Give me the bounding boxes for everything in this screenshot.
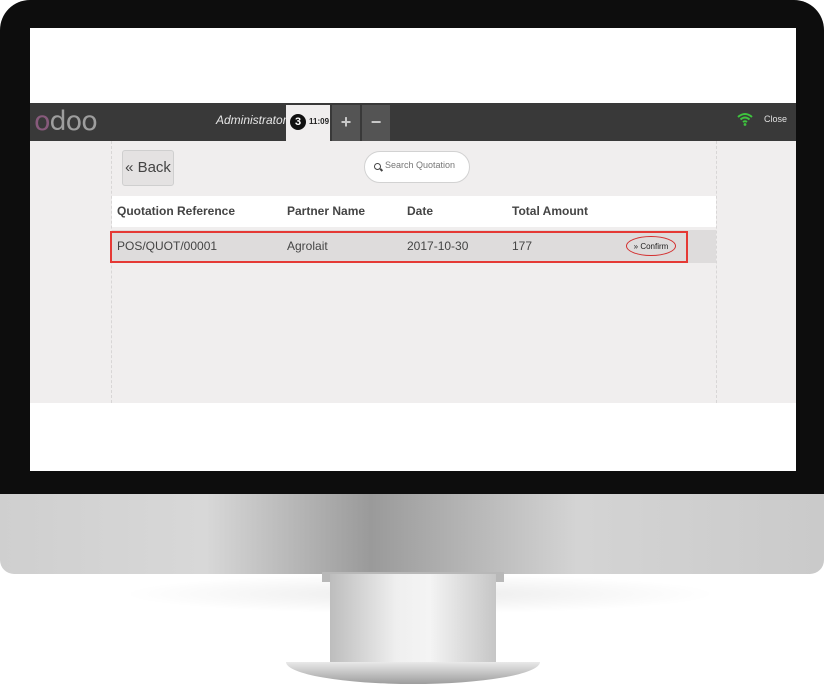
search-icon xyxy=(374,163,381,170)
column-header: Total Amount xyxy=(512,204,588,218)
pos-screen: odoo Administrator 3 11:09 + − Close « B… xyxy=(30,28,796,471)
quotation-screen: « Back Quotation Reference Partner Name … xyxy=(30,141,796,403)
column-header: Quotation Reference xyxy=(117,204,236,218)
table-header: Quotation Reference Partner Name Date To… xyxy=(112,196,716,227)
monitor-chin xyxy=(0,494,824,574)
order-time: 11:09 xyxy=(309,117,330,126)
order-tab[interactable]: 3 11:09 xyxy=(286,105,330,141)
add-order-button[interactable]: + xyxy=(332,105,360,141)
monitor-stand xyxy=(330,574,496,666)
search-box[interactable] xyxy=(364,151,470,183)
pos-topbar: odoo Administrator 3 11:09 + − Close xyxy=(30,103,796,141)
column-header: Partner Name xyxy=(287,204,366,218)
close-button[interactable]: Close xyxy=(764,114,787,124)
highlight-box xyxy=(110,231,688,263)
remove-order-button[interactable]: − xyxy=(362,105,390,141)
monitor-base xyxy=(286,662,540,684)
quotation-panel: « Back Quotation Reference Partner Name … xyxy=(110,141,717,403)
table-row[interactable]: POS/QUOT/00001 Agrolait 2017-10-30 177 »… xyxy=(110,230,716,263)
order-number-badge: 3 xyxy=(290,114,306,130)
wifi-icon xyxy=(737,113,753,126)
odoo-logo: odoo xyxy=(34,106,98,137)
column-header: Date xyxy=(407,204,434,218)
cashier-name[interactable]: Administrator xyxy=(216,113,287,127)
search-input[interactable] xyxy=(385,160,465,170)
back-button[interactable]: « Back xyxy=(122,150,174,186)
